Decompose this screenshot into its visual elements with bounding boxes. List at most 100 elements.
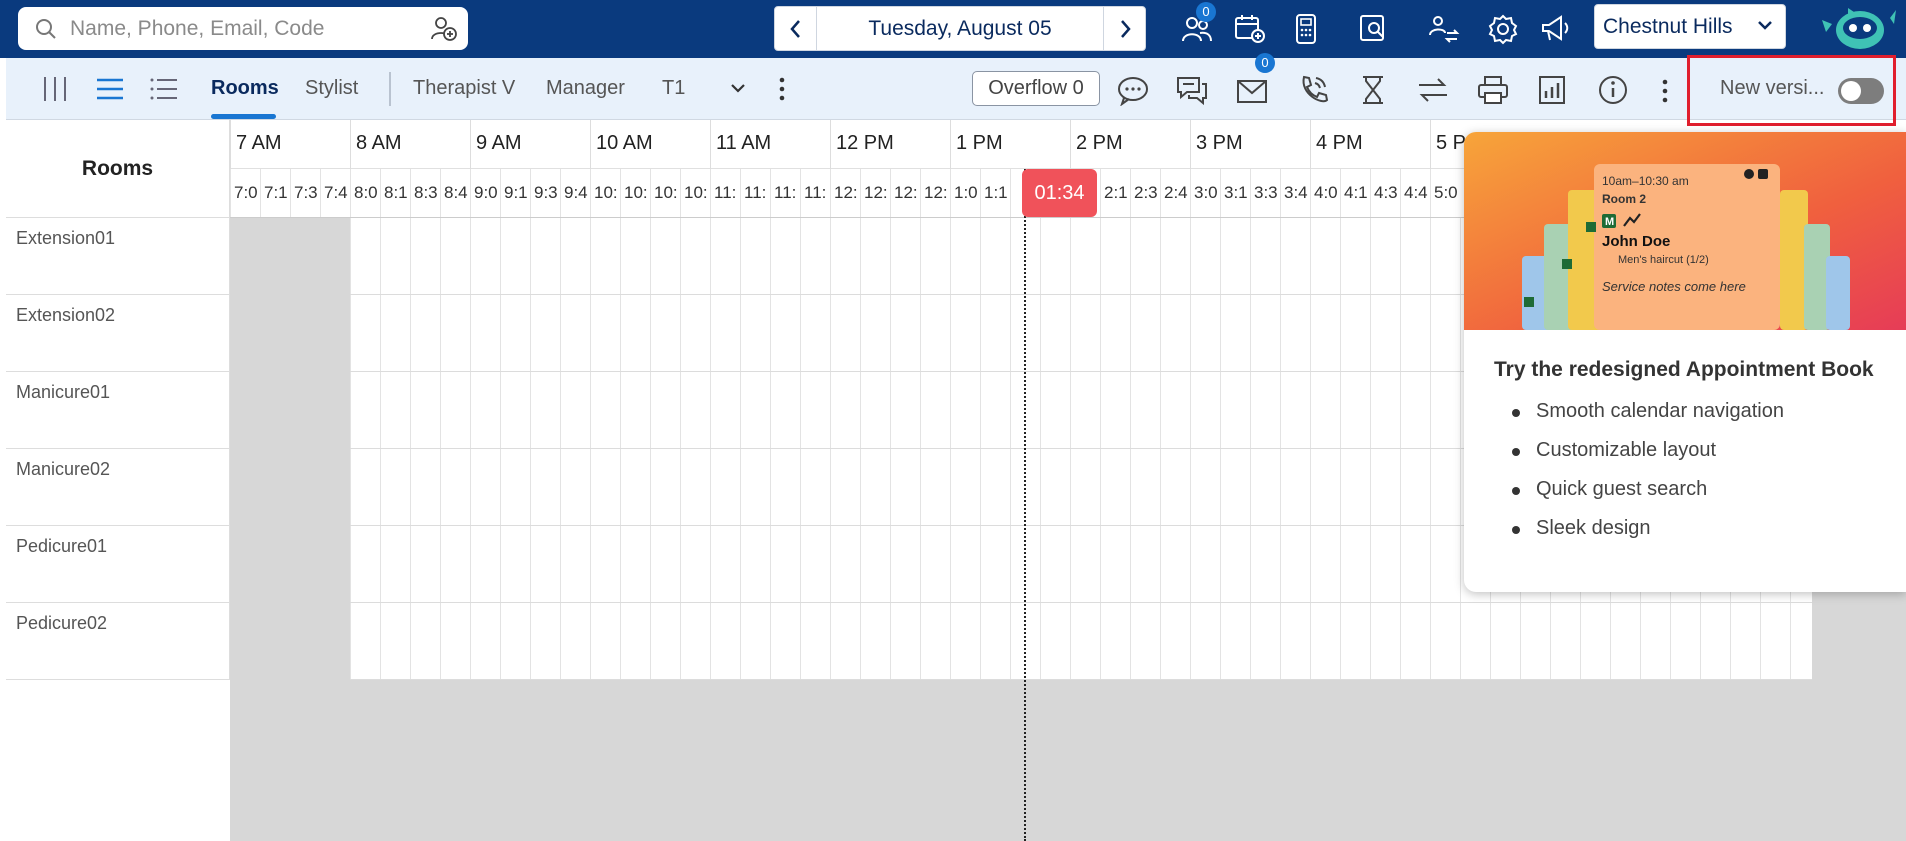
slot-divider (1370, 169, 1371, 217)
location-select[interactable]: Chestnut Hills (1594, 4, 1786, 49)
hour-divider (1070, 120, 1071, 169)
transfer-button[interactable] (1425, 10, 1463, 48)
slot-divider (1400, 169, 1401, 217)
room-row-label: Pedicure01 (6, 526, 230, 603)
previous-day-button[interactable] (775, 7, 817, 50)
chevron-down-icon (1758, 21, 1772, 30)
grid-column-line (590, 218, 591, 680)
hour-divider (230, 120, 231, 169)
grid-column-line (380, 218, 381, 680)
messages-icon[interactable] (1175, 74, 1209, 106)
more-options-icon[interactable] (1661, 78, 1669, 104)
grid-column-line (980, 218, 981, 680)
slot-divider (980, 169, 981, 217)
grid-column-line (1070, 218, 1071, 680)
hour-label: 8 AM (356, 132, 402, 154)
hour-divider (830, 120, 831, 169)
new-appointment-button[interactable] (1231, 10, 1269, 48)
tabs-more-options-icon[interactable] (778, 76, 786, 102)
slot-divider (560, 169, 561, 217)
grid-column-line (770, 218, 771, 680)
hour-label: 7 AM (236, 132, 282, 154)
more-tabs-chevron-icon[interactable] (730, 82, 746, 94)
printer-icon[interactable] (1476, 74, 1510, 106)
pos-terminal-button[interactable] (1287, 10, 1325, 48)
grid-column-line (1190, 218, 1191, 680)
promo-feature-item: Smooth calendar navigation (1494, 400, 1784, 439)
hour-divider (1310, 120, 1311, 169)
current-date[interactable]: Tuesday, August 05 (817, 7, 1103, 50)
tab-t1[interactable]: T1 (662, 77, 685, 100)
slot-divider (1310, 169, 1311, 217)
chevron-left-icon (789, 19, 800, 38)
slot-divider (920, 169, 921, 217)
view-toolbar: Rooms Stylist Therapist V Manager T1 Ove… (6, 53, 1906, 120)
mascot-logo[interactable] (1818, 2, 1898, 52)
grid-column-line (710, 218, 711, 680)
slot-divider (1160, 169, 1161, 217)
rows-view-icon[interactable] (94, 74, 126, 104)
slot-label: 5:0 (1434, 183, 1458, 202)
inbox-badge: 0 (1255, 53, 1275, 73)
search-appointments-button[interactable] (1356, 10, 1394, 48)
new-version-toggle[interactable] (1838, 78, 1884, 104)
hour-label: 9 AM (476, 132, 522, 154)
grid-column-line (1160, 218, 1161, 680)
room-row-divider (350, 602, 1812, 603)
hour-divider (950, 120, 951, 169)
add-client-icon[interactable] (430, 15, 458, 43)
slot-divider (440, 169, 441, 217)
list-view-icon[interactable] (148, 74, 180, 104)
grid-column-line (560, 218, 561, 680)
slot-divider (950, 169, 951, 217)
slot-divider (650, 169, 651, 217)
tab-stylist[interactable]: Stylist (305, 77, 358, 100)
slot-divider (380, 169, 381, 217)
grid-column-line (650, 218, 651, 680)
promo-title: Try the redesigned Appointment Book (1494, 358, 1874, 381)
promo-feature-item: Sleek design (1494, 517, 1784, 556)
phone-icon[interactable] (1296, 74, 1330, 106)
settings-button[interactable] (1484, 10, 1522, 48)
hour-divider (350, 120, 351, 169)
search-input[interactable] (70, 16, 400, 41)
document-search-icon (1360, 15, 1384, 41)
slot-divider (590, 169, 591, 217)
slot-divider (890, 169, 891, 217)
room-row-label: Manicure02 (6, 449, 230, 526)
active-tab-indicator (211, 114, 276, 119)
grid-column-line (410, 218, 411, 680)
slot-divider (800, 169, 801, 217)
current-time-badge: 01:34 (1022, 169, 1097, 217)
grid-column-line (350, 218, 351, 680)
chat-bubble-icon[interactable] (1116, 74, 1150, 106)
swap-arrows-icon[interactable] (1416, 74, 1450, 106)
grid-column-line (1460, 218, 1461, 680)
waitlist-button[interactable]: 0 (1178, 2, 1216, 48)
room-row-label: Manicure01 (6, 372, 230, 449)
slot-divider (620, 169, 621, 217)
new-version-toggle-area: New versi... (1687, 55, 1896, 126)
tab-manager[interactable]: Manager (546, 77, 625, 100)
info-icon[interactable] (1596, 74, 1630, 106)
tab-therapist-v[interactable]: Therapist V (413, 77, 515, 100)
overflow-button[interactable]: Overflow 0 (972, 71, 1100, 106)
next-day-button[interactable] (1103, 7, 1145, 50)
columns-view-icon[interactable] (39, 74, 71, 104)
mail-icon[interactable] (1235, 74, 1269, 106)
hourglass-icon[interactable] (1356, 74, 1390, 106)
grid-column-line (800, 218, 801, 680)
slot-divider (260, 169, 261, 217)
hour-divider (1430, 120, 1431, 169)
grid-column-line (1010, 218, 1011, 680)
location-name: Chestnut Hills (1603, 14, 1733, 38)
search-box[interactable] (18, 7, 468, 50)
promo-card-name: John Doe (1602, 233, 1671, 250)
grid-column-line (1250, 218, 1251, 680)
grid-column-line (1220, 218, 1221, 680)
announcements-button[interactable] (1537, 10, 1575, 48)
report-chart-icon[interactable] (1536, 74, 1570, 106)
tab-rooms[interactable]: Rooms (211, 77, 279, 100)
room-row-label: Extension02 (6, 295, 230, 372)
hour-divider (710, 120, 711, 169)
